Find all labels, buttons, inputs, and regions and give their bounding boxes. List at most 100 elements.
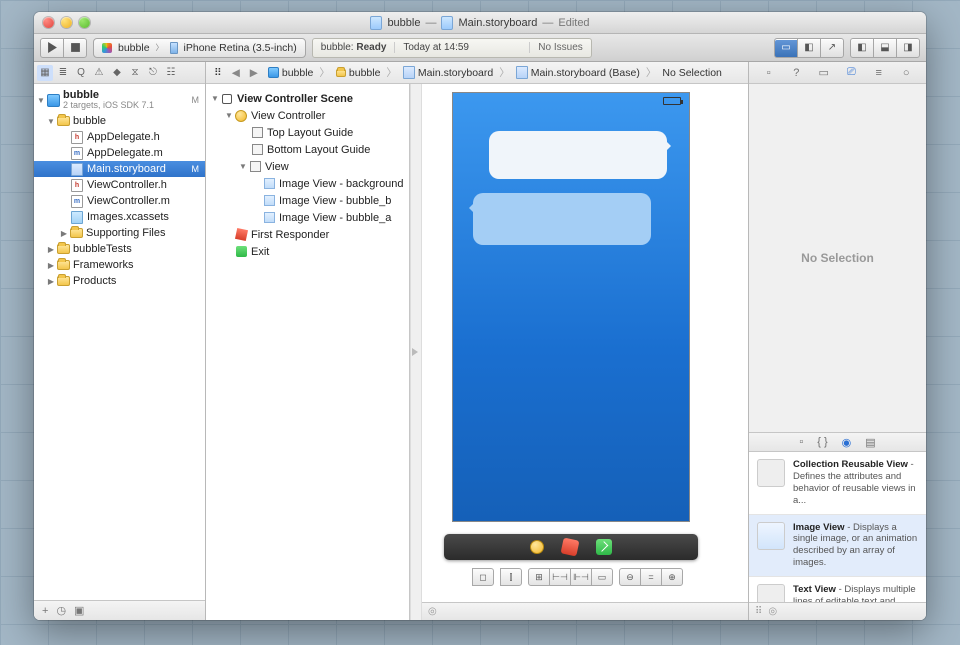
outline-row[interactable]: ▼View Controller bbox=[206, 107, 409, 124]
add-button[interactable]: + bbox=[42, 605, 48, 617]
library-filter-icon[interactable]: ◎ bbox=[768, 606, 777, 617]
align-button[interactable]: ⫿ bbox=[500, 568, 522, 586]
file-row[interactable]: Images.xcassets bbox=[34, 209, 205, 225]
library-item-selected[interactable]: Image View - Displays a single image, or… bbox=[749, 515, 926, 578]
simulated-screen[interactable] bbox=[452, 92, 690, 522]
pin-button[interactable]: ⊞ bbox=[528, 568, 550, 586]
status-time-label: Today at 14:59 bbox=[395, 42, 530, 53]
code-snippet-library-tab[interactable]: { } bbox=[817, 436, 827, 448]
disclosure-triangle-icon[interactable]: ▶ bbox=[46, 261, 56, 270]
minimize-window-button[interactable] bbox=[61, 17, 72, 28]
jump-item[interactable]: bubble bbox=[264, 64, 318, 82]
ib-canvas[interactable]: ◻ ⫿ ⊞ ⊢⊣ ⊩⊣ ▭ ⊖ = ⊕ bbox=[422, 84, 748, 602]
assistant-editor-button[interactable]: ◧ bbox=[797, 38, 821, 58]
header-file-icon: h bbox=[71, 179, 83, 192]
outline-collapse-handle[interactable] bbox=[410, 84, 422, 620]
run-button[interactable] bbox=[40, 38, 64, 58]
toggle-outline-button[interactable]: ◻ bbox=[472, 568, 494, 586]
zoom-in-button[interactable]: ⊕ bbox=[661, 568, 683, 586]
size-inspector-tab[interactable]: ≡ bbox=[871, 65, 887, 81]
bubble-a-view[interactable] bbox=[489, 131, 667, 179]
file-row[interactable]: hViewController.h bbox=[34, 177, 205, 193]
library-view-toggle[interactable]: ⠿ bbox=[755, 606, 762, 617]
file-row-selected[interactable]: Main.storyboardM bbox=[34, 161, 205, 177]
outline-row[interactable]: Image View - bubble_a bbox=[206, 209, 409, 226]
disclosure-triangle-icon[interactable]: ▼ bbox=[238, 162, 248, 171]
attributes-inspector-tab[interactable]: ⎚ bbox=[843, 65, 859, 81]
file-inspector-tab[interactable]: ▫ bbox=[761, 65, 777, 81]
connections-inspector-tab[interactable]: ○ bbox=[898, 65, 914, 81]
group-row[interactable]: ▶Products bbox=[34, 273, 205, 289]
file-template-library-tab[interactable]: ▫ bbox=[799, 436, 803, 448]
file-row[interactable]: hAppDelegate.h bbox=[34, 129, 205, 145]
report-navigator-tab[interactable]: ☷ bbox=[163, 65, 179, 81]
outline-row[interactable]: Image View - background bbox=[206, 175, 409, 192]
resizing-button[interactable]: ⊩⊣ bbox=[570, 568, 592, 586]
breakpoint-navigator-tab[interactable]: ⎋ bbox=[145, 65, 161, 81]
toggle-navigator-button[interactable]: ◧ bbox=[850, 38, 874, 58]
group-row[interactable]: ▶Supporting Files bbox=[34, 225, 205, 241]
outline-row[interactable]: ▼View bbox=[206, 158, 409, 175]
disclosure-triangle-icon[interactable]: ▶ bbox=[46, 245, 56, 254]
outline-row[interactable]: Image View - bubble_b bbox=[206, 192, 409, 209]
standard-editor-button[interactable]: ▭ bbox=[774, 38, 798, 58]
outline-row[interactable]: ▶First Responder bbox=[206, 226, 409, 243]
project-root-row[interactable]: ▼ bubble 2 targets, iOS SDK 7.1 M bbox=[34, 87, 205, 113]
filter-icon[interactable]: ◎ bbox=[428, 606, 437, 617]
group-row[interactable]: ▶bubbleTests bbox=[34, 241, 205, 257]
recent-filter-button[interactable]: ◷ bbox=[56, 604, 66, 617]
stop-button[interactable] bbox=[63, 38, 87, 58]
outline-row[interactable]: Top Layout Guide bbox=[206, 124, 409, 141]
file-row[interactable]: mAppDelegate.m bbox=[34, 145, 205, 161]
jump-item[interactable]: Main.storyboard (Base) bbox=[512, 64, 644, 82]
jump-item[interactable]: No Selection bbox=[658, 64, 726, 82]
scene-icon bbox=[222, 94, 232, 104]
zoom-window-button[interactable] bbox=[79, 17, 90, 28]
close-window-button[interactable] bbox=[43, 17, 54, 28]
jump-bar: ⠿ ◀ ▶ bubble〉 bubble〉 Main.storyboard〉 M… bbox=[206, 62, 748, 84]
exit-dock-icon[interactable] bbox=[596, 539, 612, 555]
outline-row[interactable]: Bottom Layout Guide bbox=[206, 141, 409, 158]
library-item[interactable]: Text View - Displays multiple lines of e… bbox=[749, 577, 926, 602]
zoom-out-button[interactable]: ⊖ bbox=[619, 568, 641, 586]
resolve-issues-button[interactable]: ⊢⊣ bbox=[549, 568, 571, 586]
quick-help-tab[interactable]: ? bbox=[788, 65, 804, 81]
first-responder-dock-icon[interactable] bbox=[561, 538, 580, 557]
test-navigator-tab[interactable]: ◆ bbox=[109, 65, 125, 81]
disclosure-triangle-icon[interactable]: ▼ bbox=[210, 94, 220, 103]
identity-inspector-tab[interactable]: ▭ bbox=[816, 65, 832, 81]
view-controller-dock-icon[interactable] bbox=[530, 540, 544, 554]
related-items-button[interactable]: ⠿ bbox=[210, 64, 226, 82]
library-item[interactable]: Collection Reusable View - Defines the a… bbox=[749, 452, 926, 515]
find-navigator-tab[interactable]: Q bbox=[73, 65, 89, 81]
forward-button[interactable]: ▶ bbox=[246, 67, 262, 79]
group-row[interactable]: ▶Frameworks bbox=[34, 257, 205, 273]
disclosure-triangle-icon[interactable]: ▼ bbox=[46, 117, 56, 126]
symbol-navigator-tab[interactable]: ≣ bbox=[55, 65, 71, 81]
issue-navigator-tab[interactable]: ⚠ bbox=[91, 65, 107, 81]
toggle-utilities-button[interactable]: ◨ bbox=[896, 38, 920, 58]
disclosure-triangle-icon[interactable]: ▼ bbox=[224, 111, 234, 120]
jump-item[interactable]: bubble bbox=[332, 64, 385, 82]
disclosure-triangle-icon[interactable]: ▶ bbox=[46, 277, 56, 286]
outline-row[interactable]: ▶Exit bbox=[206, 243, 409, 260]
back-button[interactable]: ◀ bbox=[228, 67, 244, 79]
layout-button[interactable]: ▭ bbox=[591, 568, 613, 586]
scene-row[interactable]: ▼View Controller Scene bbox=[206, 90, 409, 107]
toggle-debug-button[interactable]: ⬓ bbox=[873, 38, 897, 58]
version-editor-button[interactable]: ↗ bbox=[820, 38, 844, 58]
disclosure-triangle-icon[interactable]: ▼ bbox=[36, 96, 46, 105]
group-row[interactable]: ▼bubble bbox=[34, 113, 205, 129]
zoom-actual-button[interactable]: = bbox=[640, 568, 662, 586]
scheme-selector[interactable]: bubble 〉 iPhone Retina (3.5-inch) bbox=[93, 38, 306, 58]
navigator-panel: ▦ ≣ Q ⚠ ◆ ⧖ ⎋ ☷ ▼ bubble 2 targets, iOS … bbox=[34, 62, 206, 620]
object-library-tab[interactable]: ◉ bbox=[842, 436, 852, 449]
project-navigator-tab[interactable]: ▦ bbox=[37, 65, 53, 81]
media-library-tab[interactable]: ▤ bbox=[865, 436, 875, 449]
disclosure-triangle-icon[interactable]: ▶ bbox=[59, 229, 69, 238]
file-row[interactable]: mViewController.m bbox=[34, 193, 205, 209]
scm-filter-button[interactable]: ▣ bbox=[74, 604, 84, 617]
debug-navigator-tab[interactable]: ⧖ bbox=[127, 65, 143, 81]
jump-item[interactable]: Main.storyboard bbox=[399, 64, 497, 82]
bubble-b-view[interactable] bbox=[473, 193, 651, 245]
